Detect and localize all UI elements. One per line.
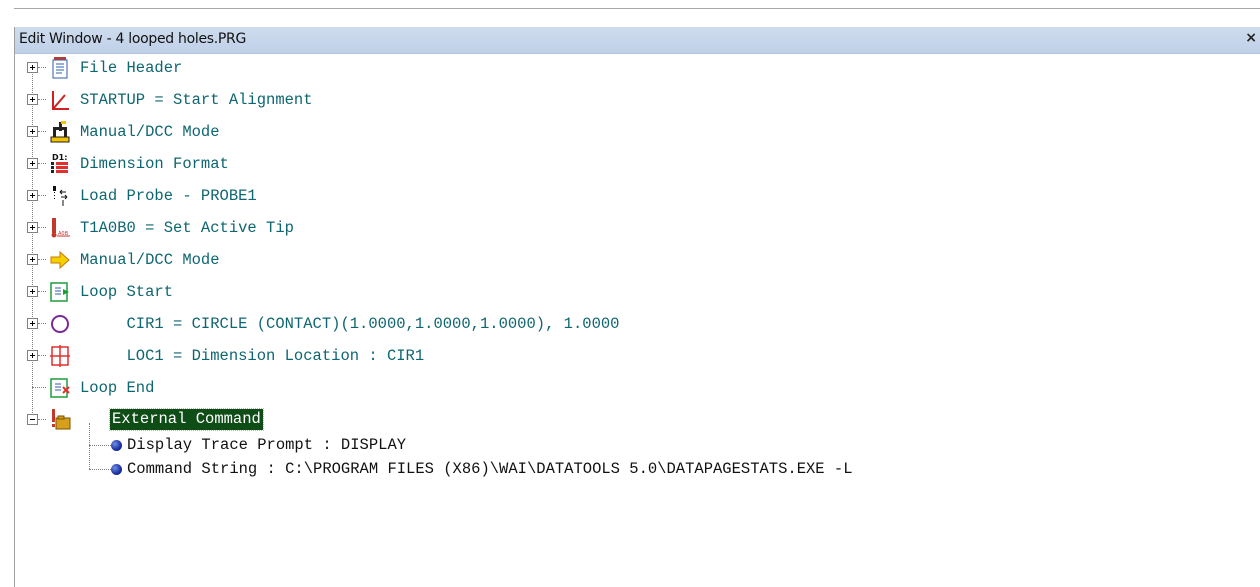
expand-toggle[interactable] xyxy=(27,318,38,329)
window-title: Edit Window - 4 looped holes.PRG xyxy=(19,31,247,47)
blue-bullet-icon xyxy=(111,464,122,475)
tree-item-label: Dimension Format xyxy=(80,155,229,173)
expand-toggle[interactable] xyxy=(27,126,38,137)
expand-toggle[interactable] xyxy=(27,222,38,233)
tree-item-loc1[interactable]: LOC1 = Dimension Location : CIR1 xyxy=(15,341,1260,373)
tree-item-label: Loop Start xyxy=(80,283,174,301)
expand-toggle[interactable] xyxy=(27,254,38,265)
child-tree-line xyxy=(89,423,90,469)
expand-toggle[interactable] xyxy=(27,62,38,73)
expand-toggle[interactable] xyxy=(27,350,38,361)
child-item-display-trace[interactable]: Display Trace Prompt : DISPLAY xyxy=(127,436,406,454)
tree-item-startup[interactable]: STARTUP = Start Alignment xyxy=(15,85,1260,117)
expand-toggle[interactable] xyxy=(27,158,38,169)
expand-toggle[interactable] xyxy=(27,286,38,297)
tree-item-label: Manual/DCC Mode xyxy=(80,251,220,269)
cmm-machine-icon xyxy=(49,119,71,145)
tree-item-set-active-tip[interactable]: A0B T1A0B0 = Set Active Tip xyxy=(15,213,1260,245)
tree-item-loop-start[interactable]: Loop Start xyxy=(15,277,1260,309)
tree-item-label: STARTUP = Start Alignment xyxy=(80,91,313,109)
program-tree: File Header STARTUP = Start Alignment Ma… xyxy=(15,53,1260,587)
child-item-command-string[interactable]: Command String : C:\PROGRAM FILES (X86)\… xyxy=(127,460,853,478)
probe-tip-icon: A0B xyxy=(49,215,71,241)
top-strip xyxy=(0,0,1260,27)
tree-item-loop-end[interactable]: Loop End xyxy=(15,373,1260,405)
tree-item-dimension-format[interactable]: D1: Dimension Format xyxy=(15,149,1260,181)
tree-item-label: Load Probe - PROBE1 xyxy=(80,187,257,205)
tree-item-load-probe[interactable]: Load Probe - PROBE1 xyxy=(15,181,1260,213)
tree-item-label: CIR1 = CIRCLE (CONTACT)(1.0000,1.0000,1.… xyxy=(80,315,620,333)
tree-item-manual-dcc-mode[interactable]: Manual/DCC Mode xyxy=(15,117,1260,149)
tree-item-label: Manual/DCC Mode xyxy=(80,123,220,141)
title-bar[interactable]: Edit Window - 4 looped holes.PRG × xyxy=(15,27,1260,54)
svg-text:D1:: D1: xyxy=(52,153,67,162)
location-dimension-icon xyxy=(49,343,71,369)
close-icon[interactable]: × xyxy=(1245,30,1257,46)
file-header-icon xyxy=(49,55,71,81)
tree-item-label: Loop End xyxy=(80,379,155,397)
tree-item-label: External Command xyxy=(109,408,264,431)
expand-toggle[interactable] xyxy=(27,190,38,201)
circle-feature-icon xyxy=(49,311,71,337)
tree-item-external-command[interactable]: External Command xyxy=(15,405,1260,437)
tree-item-manual-dcc-mode-2[interactable]: Manual/DCC Mode xyxy=(15,245,1260,277)
loop-start-icon xyxy=(49,279,71,305)
loop-end-icon xyxy=(49,375,71,401)
edit-window: Edit Window - 4 looped holes.PRG × File … xyxy=(14,27,1260,587)
tree-item-label: File Header xyxy=(80,59,183,77)
tree-item-label: LOC1 = Dimension Location : CIR1 xyxy=(80,347,425,365)
yellow-arrow-icon xyxy=(49,247,71,273)
blue-bullet-icon xyxy=(111,440,122,451)
collapse-toggle[interactable] xyxy=(27,414,38,425)
tree-item-file-header[interactable]: File Header xyxy=(15,53,1260,85)
tree-item-label: T1A0B0 = Set Active Tip xyxy=(80,219,294,237)
frame-line xyxy=(14,8,1260,9)
external-command-icon xyxy=(49,407,71,433)
load-probe-icon xyxy=(49,183,71,209)
expand-toggle[interactable] xyxy=(27,94,38,105)
dimension-format-icon: D1: xyxy=(49,151,71,177)
tree-item-cir1[interactable]: CIR1 = CIRCLE (CONTACT)(1.0000,1.0000,1.… xyxy=(15,309,1260,341)
alignment-icon xyxy=(49,87,71,113)
svg-text:A0B: A0B xyxy=(58,231,69,237)
